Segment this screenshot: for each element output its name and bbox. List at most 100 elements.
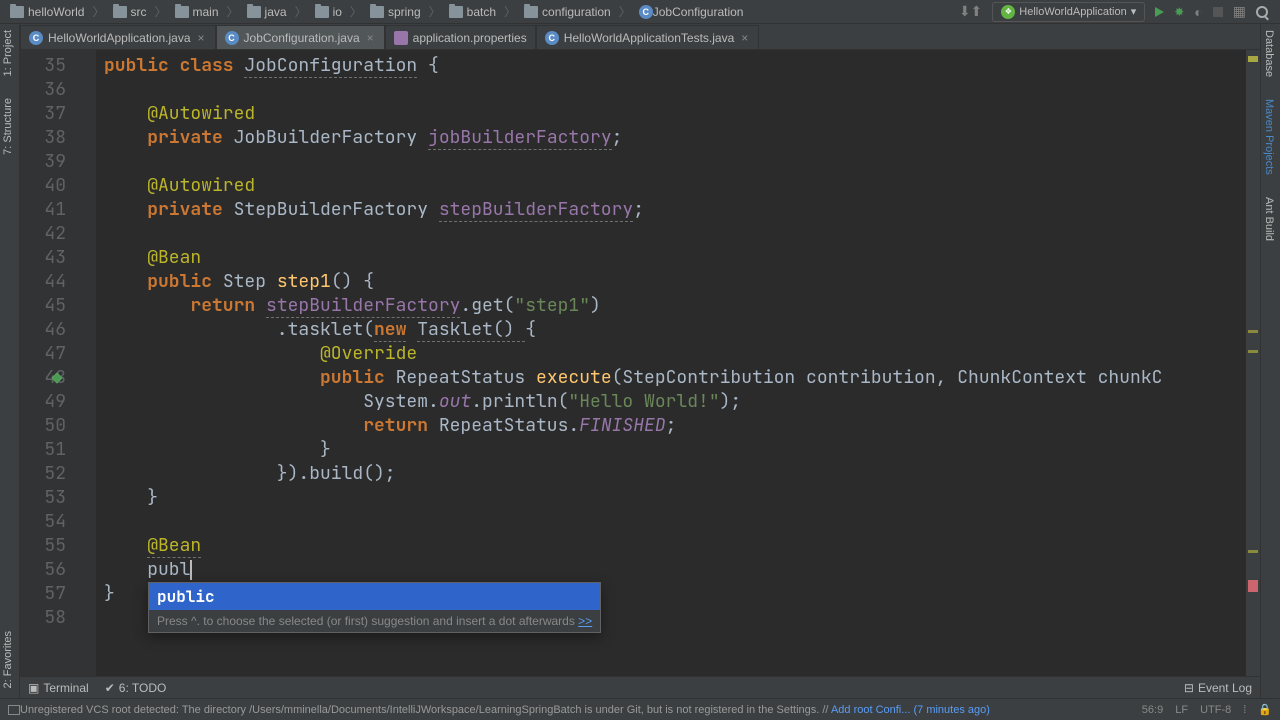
tab-label: HelloWorldApplication.java [48,31,191,45]
tab-application-properties[interactable]: application.properties [385,25,536,49]
line-number[interactable]: 52 [20,462,66,486]
line-number[interactable]: 36 [20,78,66,102]
code-line-40[interactable]: @Autowired [104,174,1260,198]
code-line-35[interactable]: public class JobConfiguration { [104,54,1260,78]
line-number[interactable]: 39 [20,150,66,174]
ant-tool-button[interactable]: Ant Build [1261,191,1277,247]
line-number[interactable]: 37 [20,102,66,126]
event-log-button[interactable]: ⊟ Event Log [1184,681,1252,695]
status-right: 56:9 LF UTF-8 ⁞ 🔒 [1142,703,1272,716]
line-separator[interactable]: LF [1175,704,1188,716]
line-number[interactable]: 46 [20,318,66,342]
terminal-tool-button[interactable]: ▣ Terminal [28,681,89,695]
structure-tool-button[interactable]: 7: Structure [0,92,16,161]
run-icon[interactable] [1155,7,1164,17]
code-line-45[interactable]: return stepBuilderFactory.get("step1") [104,294,1260,318]
code-line-44[interactable]: public Step step1() { [104,270,1260,294]
editor-tabs: CHelloWorldApplication.java×CJobConfigur… [20,24,1260,50]
bc-src[interactable]: src [107,5,153,19]
bc-configuration[interactable]: configuration [518,5,617,19]
line-number[interactable]: 40 [20,174,66,198]
code-completion-popup[interactable]: public Press ^. to choose the selected (… [148,582,601,633]
code-line-39[interactable] [104,150,1260,174]
editor-scrollbar[interactable] [1246,50,1260,698]
completion-item-public[interactable]: public [149,583,600,610]
readonly-lock-icon[interactable]: 🔒 [1258,703,1272,716]
code-line-54[interactable] [104,510,1260,534]
todo-tool-button[interactable]: ✔ 6: TODO [105,681,167,695]
code-line-49[interactable]: System.out.println("Hello World!"); [104,390,1260,414]
tab-helloworldapplication-java[interactable]: CHelloWorldApplication.java× [20,25,216,49]
fold-strip[interactable] [76,50,96,698]
tab-close-icon[interactable]: × [365,31,376,45]
debug-icon[interactable]: ✸ [1174,5,1184,19]
code-line-56[interactable]: publ [104,558,1260,582]
run-configuration-selector[interactable]: ❖HelloWorldApplication ▾ [992,2,1145,22]
line-number[interactable]: 51 [20,438,66,462]
line-number[interactable]: 43 [20,246,66,270]
code-line-53[interactable]: } [104,486,1260,510]
code-line-38[interactable]: private JobBuilderFactory jobBuilderFact… [104,126,1260,150]
code-line-43[interactable]: @Bean [104,246,1260,270]
search-everywhere-icon[interactable] [1256,6,1268,18]
line-number[interactable]: 49 [20,390,66,414]
bc-java[interactable]: java [241,5,293,19]
line-number[interactable]: 56 [20,558,66,582]
code-line-48[interactable]: public RepeatStatus execute(StepContribu… [104,366,1260,390]
favorites-tool-button[interactable]: 2: Favorites [0,625,16,694]
insert-mode-indicator[interactable]: ⁞ [1243,704,1246,716]
code-line-36[interactable] [104,78,1260,102]
stop-icon[interactable] [1213,7,1223,17]
project-tool-button[interactable]: 1: Project [0,24,16,82]
line-number[interactable]: 44 [20,270,66,294]
code-line-41[interactable]: private StepBuilderFactory stepBuilderFa… [104,198,1260,222]
line-number[interactable]: 42 [20,222,66,246]
line-number[interactable]: 53 [20,486,66,510]
bc-helloWorld[interactable]: helloWorld [4,5,90,19]
line-number[interactable]: 41 [20,198,66,222]
code-line-51[interactable]: } [104,438,1260,462]
bc-batch[interactable]: batch [443,5,502,19]
tab-jobconfiguration-java[interactable]: CJobConfiguration.java× [216,25,385,49]
code-line-37[interactable]: @Autowired [104,102,1260,126]
tool-windows-toggle-icon[interactable] [8,705,20,715]
status-add-root-link[interactable]: Add root Confi... (7 minutes ago) [831,704,990,716]
bc-spring[interactable]: spring [364,5,427,19]
bc-main[interactable]: main [169,5,225,19]
line-number[interactable]: 50 [20,414,66,438]
line-number[interactable]: 35 [20,54,66,78]
line-number[interactable]: 58 [20,606,66,630]
code-line-50[interactable]: return RepeatStatus.FINISHED; [104,414,1260,438]
code-line-52[interactable]: }).build(); [104,462,1260,486]
make-project-icon[interactable]: ⬇⬆ [959,3,982,20]
code-line-42[interactable] [104,222,1260,246]
code-line-46[interactable]: .tasklet(new Tasklet() { [104,318,1260,342]
scroll-marker[interactable] [1248,550,1258,553]
tab-close-icon[interactable]: × [196,31,207,45]
right-tool-rail: Database Maven Projects Ant Build [1260,24,1280,698]
scroll-marker[interactable] [1248,350,1258,353]
scroll-marker[interactable] [1248,330,1258,333]
cursor-position[interactable]: 56:9 [1142,704,1163,716]
maven-tool-button[interactable]: Maven Projects [1261,93,1277,181]
code-line-55[interactable]: @Bean [104,534,1260,558]
tab-helloworldapplicationtests-java[interactable]: CHelloWorldApplicationTests.java× [536,25,760,49]
database-tool-button[interactable]: Database [1261,24,1277,83]
bc-io[interactable]: io [309,5,348,19]
tab-close-icon[interactable]: × [739,31,750,45]
warning-marker-icon[interactable] [1248,56,1258,62]
line-number[interactable]: 57 [20,582,66,606]
error-marker[interactable] [1248,580,1258,592]
coverage-icon[interactable]: ◐ [1194,4,1202,20]
line-number[interactable]: 45 [20,294,66,318]
line-number[interactable]: 54 [20,510,66,534]
line-number[interactable]: 38 [20,126,66,150]
line-number[interactable]: 47 [20,342,66,366]
code-line-47[interactable]: @Override [104,342,1260,366]
layout-icon[interactable]: ▦ [1233,3,1246,20]
folder-icon [10,6,24,18]
completion-hint-link[interactable]: >> [578,614,592,628]
line-number[interactable]: 55 [20,534,66,558]
file-encoding[interactable]: UTF-8 [1200,704,1231,716]
bc-class[interactable]: C JobConfiguration [633,5,750,19]
